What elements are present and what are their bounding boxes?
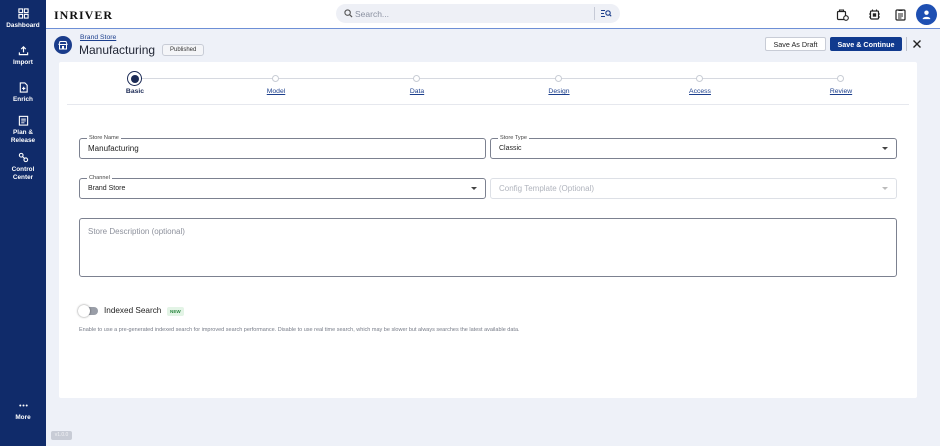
storefront-icon (58, 41, 68, 50)
store-icon (54, 36, 72, 54)
vertical-scrollbar[interactable] (934, 29, 940, 446)
new-badge: NEW (167, 307, 184, 316)
stepper-track (134, 78, 843, 79)
sidebar-item-label: Import (13, 59, 33, 66)
chevron-down-icon (882, 147, 888, 150)
config-template-placeholder: Config Template (Optional) (499, 184, 595, 193)
step-label-review[interactable]: Review (830, 88, 852, 95)
sidebar-item-label: Dashboard (6, 22, 40, 29)
advanced-search-icon[interactable] (600, 8, 612, 19)
version-badge: v1.0.0 (51, 431, 72, 440)
dashboard-icon (17, 8, 29, 19)
top-bar: INRIVER (46, 0, 940, 29)
extensions-icon[interactable] (868, 8, 881, 21)
step-label-access[interactable]: Access (689, 88, 711, 95)
breadcrumb-brand-store[interactable]: Brand Store (80, 34, 116, 41)
step-label-model[interactable]: Model (267, 88, 286, 95)
toggle-knob (78, 305, 90, 317)
store-type-label: Store Type (498, 134, 529, 142)
page-title: Manufacturing (79, 43, 156, 57)
enrich-icon (19, 82, 28, 93)
step-indicator-design[interactable] (555, 75, 562, 82)
app-logo[interactable]: INRIVER (54, 8, 113, 23)
search-icon (344, 9, 353, 18)
control-center-icon (18, 152, 28, 163)
step-indicator-data[interactable] (413, 75, 420, 82)
step-indicator-model[interactable] (272, 75, 279, 82)
sidebar: Dashboard Import Enrich Plan & Release C… (0, 0, 46, 446)
save-and-continue-button[interactable]: Save & Continue (830, 37, 902, 51)
channel-select[interactable]: Channel Brand Store (79, 174, 486, 199)
sidebar-item-label: Plan & Release (10, 129, 36, 144)
search-divider (594, 7, 595, 20)
indexed-search-label: Indexed Search (104, 306, 162, 315)
close-icon[interactable] (912, 39, 922, 49)
sidebar-item-label: Control Center (11, 166, 35, 181)
indexed-search-help-text: Enable to use a pre-generated indexed se… (79, 327, 520, 333)
store-description-placeholder: Store Description (optional) (88, 227, 185, 236)
sidebar-item-import[interactable]: Import (0, 45, 46, 67)
step-indicator-active-dot (130, 74, 139, 83)
search-input[interactable] (355, 6, 583, 21)
sidebar-item-dashboard[interactable]: Dashboard (0, 8, 46, 30)
store-description-textarea[interactable]: Store Description (optional) (79, 218, 897, 277)
step-label-data[interactable]: Data (410, 88, 424, 95)
tasks-icon[interactable] (894, 8, 907, 21)
step-indicator-review[interactable] (837, 75, 844, 82)
header-divider (906, 37, 907, 51)
store-type-value: Classic (499, 145, 522, 152)
sidebar-item-label: More (15, 414, 31, 421)
channel-value: Brand Store (88, 185, 126, 192)
plan-release-icon (18, 115, 28, 126)
indexed-search-toggle[interactable] (78, 305, 98, 317)
more-icon (18, 404, 28, 407)
step-label-basic[interactable]: Basic (126, 88, 144, 95)
sidebar-item-plan-release[interactable]: Plan & Release (0, 115, 46, 144)
chevron-down-icon (471, 187, 477, 190)
step-indicator-basic[interactable] (127, 71, 142, 86)
store-form-card: Basic Model Data Design Access Review St… (59, 62, 917, 398)
status-badge: Published (162, 44, 205, 56)
sidebar-item-enrich[interactable]: Enrich (0, 82, 46, 104)
chevron-down-icon (882, 187, 888, 190)
stepper-divider (67, 104, 909, 105)
user-avatar[interactable] (916, 4, 937, 25)
sidebar-item-control-center[interactable]: Control Center (0, 152, 46, 181)
sidebar-item-more[interactable]: More (0, 400, 46, 422)
save-as-draft-button[interactable]: Save As Draft (765, 37, 826, 51)
store-name-label: Store Name (87, 134, 121, 142)
channel-label: Channel (87, 174, 112, 182)
global-search (336, 4, 620, 23)
config-template-select[interactable]: Config Template (Optional) (490, 178, 897, 199)
store-type-select[interactable]: Store Type Classic (490, 134, 897, 159)
sidebar-item-label: Enrich (13, 96, 33, 103)
step-indicator-access[interactable] (696, 75, 703, 82)
user-avatar-icon (922, 10, 931, 20)
import-icon (18, 45, 28, 56)
step-label-design[interactable]: Design (548, 88, 569, 95)
apps-icon[interactable] (836, 8, 849, 21)
store-name-field[interactable]: Store Name Manufacturing (79, 134, 486, 159)
store-name-value: Manufacturing (88, 144, 139, 153)
